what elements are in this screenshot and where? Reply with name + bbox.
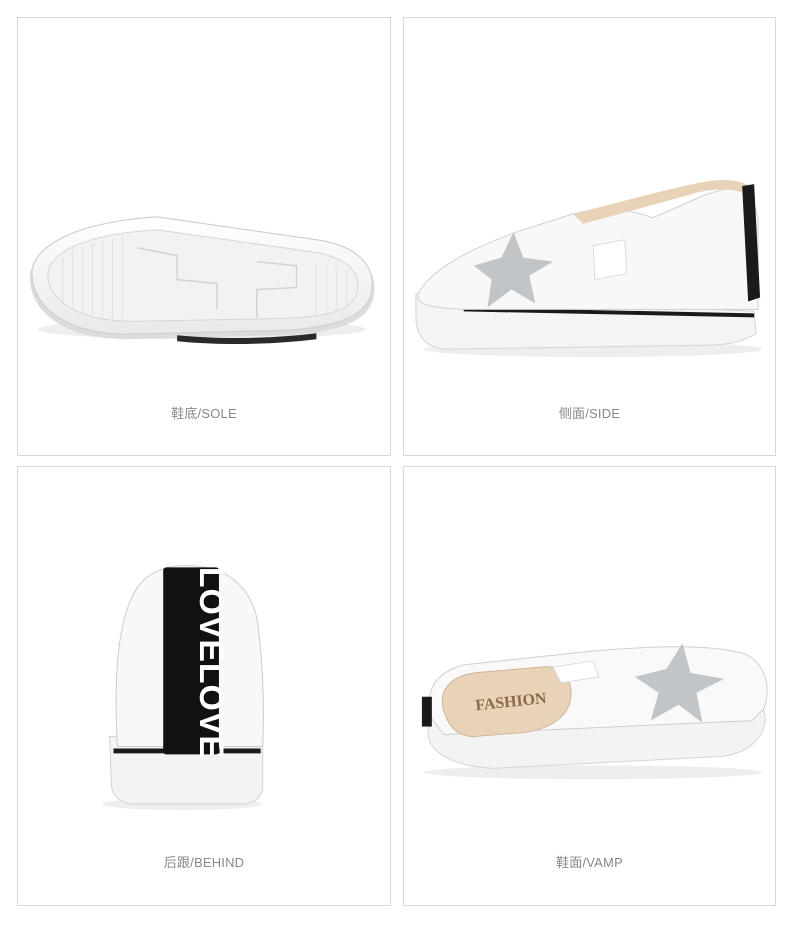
caption-sole: 鞋底/SOLE [171, 406, 237, 421]
photo-panel-side: 侧面/SIDE [403, 17, 776, 456]
photo-panel-behind: LOVELOVE 后跟/BEHIND [17, 466, 391, 906]
photo-panel-sole: 鞋底/SOLE [17, 17, 391, 456]
shoe-side-photo [415, 180, 763, 358]
caption-behind: 后跟/BEHIND [163, 855, 245, 870]
caption-side: 侧面/SIDE [558, 406, 621, 421]
shoe-heel-photo: LOVELOVE [102, 564, 264, 811]
shoe-sole-photo [29, 216, 375, 345]
photo-panel-vamp: FASHION 鞋面/VAMP [403, 466, 776, 906]
shoe-vamp-photo: FASHION [421, 643, 768, 780]
heel-tab-lettering: LOVELOVE [192, 567, 230, 759]
caption-vamp: 鞋面/VAMP [556, 855, 623, 870]
